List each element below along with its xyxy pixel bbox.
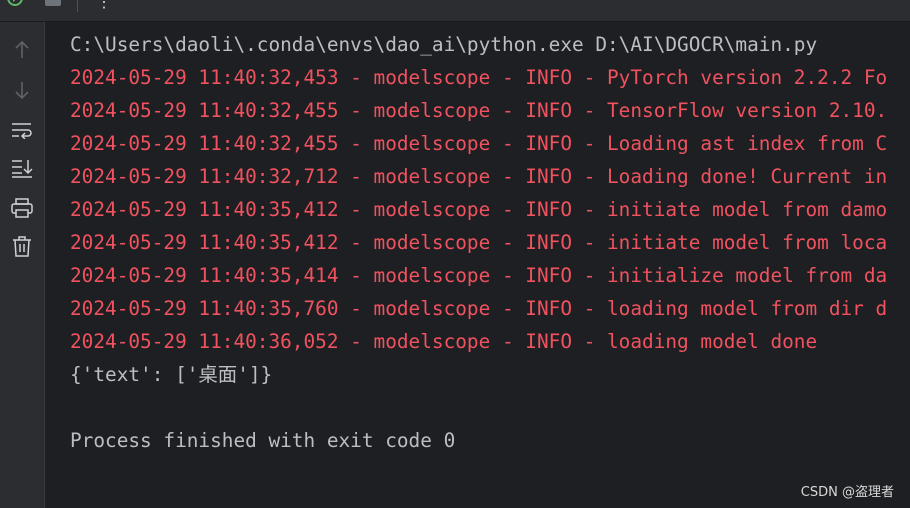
console-line: 2024-05-29 11:40:32,712 - modelscope - I… [70,165,888,188]
soft-wrap-icon[interactable] [10,118,34,142]
console-line: 2024-05-29 11:40:32,455 - modelscope - I… [70,132,888,155]
more-options-icon[interactable]: ⋮ [96,0,112,11]
console-output[interactable]: C:\Users\daoli\.conda\envs\dao_ai\python… [70,28,910,457]
console-line: 2024-05-29 11:40:35,760 - modelscope - I… [70,297,888,320]
console-line: 2024-05-29 11:40:36,052 - modelscope - I… [70,330,818,353]
console-line: {'text': ['桌面']} [70,363,273,386]
stop-icon[interactable] [44,0,62,14]
console-line: 2024-05-29 11:40:35,414 - modelscope - I… [70,264,888,287]
console-line: 2024-05-29 11:40:35,412 - modelscope - I… [70,198,888,221]
console-line: 2024-05-29 11:40:32,453 - modelscope - I… [70,66,888,89]
console-line: C:\Users\daoli\.conda\envs\dao_ai\python… [70,33,818,56]
rerun-icon[interactable] [4,0,26,14]
console-line: 2024-05-29 11:40:32,455 - modelscope - I… [70,99,888,122]
scroll-up-icon[interactable] [10,38,34,62]
scroll-down-icon[interactable] [10,78,34,102]
print-icon[interactable] [10,196,34,220]
clear-all-icon[interactable] [10,234,34,258]
run-toolbar: ⋮ [0,0,910,22]
console-line: Process finished with exit code 0 [70,429,456,452]
console-sidebar [0,22,45,508]
toolbar-separator [77,0,78,12]
console-line: 2024-05-29 11:40:35,412 - modelscope - I… [70,231,888,254]
scroll-to-end-icon[interactable] [10,156,34,180]
watermark: CSDN @盗理者 [800,485,894,500]
